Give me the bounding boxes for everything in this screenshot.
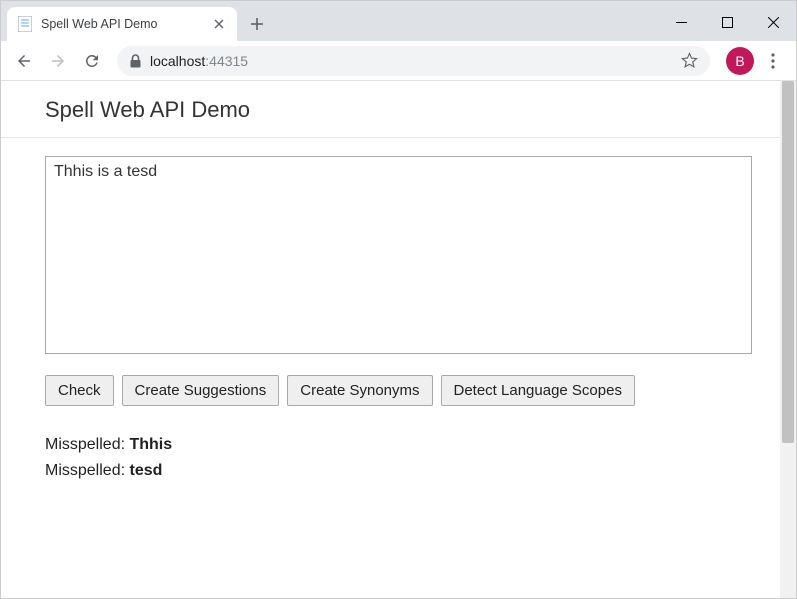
page-viewport: Spell Web API Demo Check Create Suggesti… — [1, 81, 796, 598]
page-content: Spell Web API Demo Check Create Suggesti… — [1, 81, 796, 598]
address-bar[interactable]: localhost:44315 — [117, 46, 710, 76]
lock-icon — [129, 54, 142, 68]
forward-button[interactable] — [43, 46, 73, 76]
url-host: localhost — [150, 53, 205, 69]
window-maximize-button[interactable] — [704, 7, 750, 37]
browser-titlebar: Spell Web API Demo — [1, 1, 796, 41]
browser-tab[interactable]: Spell Web API Demo — [7, 7, 237, 41]
window-controls — [658, 7, 796, 47]
avatar-initial: B — [735, 53, 744, 69]
window-close-button[interactable] — [750, 7, 796, 37]
browser-menu-button[interactable] — [758, 46, 788, 76]
page-body: Check Create Suggestions Create Synonyms… — [1, 138, 796, 501]
result-line: Misspelled: Thhis — [45, 432, 752, 458]
url-text: localhost:44315 — [150, 53, 248, 69]
check-button[interactable]: Check — [45, 375, 114, 406]
reload-button[interactable] — [77, 46, 107, 76]
tab-close-icon[interactable] — [211, 16, 227, 32]
result-line: Misspelled: tesd — [45, 458, 752, 484]
spell-input-textarea[interactable] — [45, 156, 752, 354]
button-row: Check Create Suggestions Create Synonyms… — [45, 375, 752, 406]
new-tab-button[interactable] — [243, 10, 271, 38]
detect-language-scopes-button[interactable]: Detect Language Scopes — [441, 375, 635, 406]
bookmark-star-icon[interactable] — [681, 52, 698, 69]
result-label: Misspelled: — [45, 462, 129, 479]
create-synonyms-button[interactable]: Create Synonyms — [287, 375, 432, 406]
back-button[interactable] — [9, 46, 39, 76]
page-title: Spell Web API Demo — [45, 97, 752, 123]
results-list: Misspelled: Thhis Misspelled: tesd — [45, 432, 752, 483]
vertical-scrollbar[interactable] — [780, 81, 796, 598]
scrollbar-thumb[interactable] — [782, 81, 794, 443]
browser-toolbar: localhost:44315 B — [1, 41, 796, 81]
tab-title: Spell Web API Demo — [41, 17, 211, 31]
result-label: Misspelled: — [45, 436, 129, 453]
page-header: Spell Web API Demo — [1, 81, 796, 138]
result-word: Thhis — [129, 436, 172, 453]
result-word: tesd — [129, 462, 162, 479]
profile-avatar[interactable]: B — [726, 47, 754, 75]
create-suggestions-button[interactable]: Create Suggestions — [122, 375, 280, 406]
window-minimize-button[interactable] — [658, 7, 704, 37]
tab-favicon-icon — [17, 16, 33, 32]
url-port: :44315 — [205, 53, 248, 69]
